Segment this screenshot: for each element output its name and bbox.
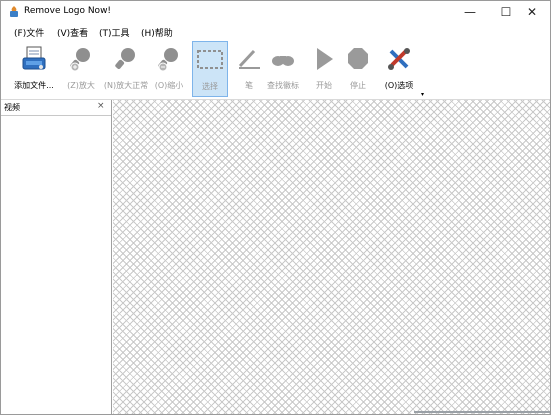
stop-icon [343,43,373,75]
stop-button[interactable]: 停止 [342,41,374,97]
zoom-out-label: (O)缩小 [154,81,184,90]
zoom-out-icon [154,43,184,75]
menu-tools[interactable]: (T)工具 [99,26,130,39]
tools-icon [384,43,414,75]
select-rectangle-icon [195,44,225,76]
binoculars-icon [268,43,298,75]
close-button[interactable]: ✕ [514,1,550,23]
add-file-button[interactable]: 添加文件... [9,41,59,97]
video-pane-close-icon[interactable]: × [97,101,105,111]
window-title: Remove Logo Now! [24,6,112,16]
video-pane-header: 视频 × [1,100,111,116]
select-label: 选择 [202,82,218,91]
app-window: Remove Logo Now! — ☐ ✕ (F)文件 (V)查看 (T)工具… [0,0,551,415]
video-pane: 视频 × [1,100,112,414]
add-file-icon [19,43,49,75]
toolbar: 添加文件... (Z)放大 (N)放大正常 (O)缩小 选择 笔 查找徽标 开始… [1,41,550,99]
select-button[interactable]: 选择 [192,41,228,97]
app-logo-icon [8,5,20,18]
menu-help[interactable]: (H)帮助 [141,26,173,39]
options-button[interactable]: (O)选项 [379,41,419,97]
zoom-in-button[interactable]: (Z)放大 [63,41,99,97]
title-bar: Remove Logo Now! — ☐ ✕ [1,1,550,23]
menu-bar: (F)文件 (V)查看 (T)工具 (H)帮助 [1,23,550,41]
start-label: 开始 [316,81,332,90]
pen-label: 笔 [245,81,253,90]
options-label: (O)选项 [384,81,414,90]
start-button[interactable]: 开始 [309,41,339,97]
stop-label: 停止 [350,81,366,90]
zoom-normal-label: (N)放大正常 [103,81,149,90]
zoom-out-button[interactable]: (O)缩小 [151,41,187,97]
pen-button[interactable]: 笔 [234,41,264,97]
minimize-button[interactable]: — [452,1,488,23]
zoom-normal-icon [111,43,141,75]
zoom-normal-button[interactable]: (N)放大正常 [101,41,151,97]
menu-file[interactable]: (F)文件 [14,26,44,39]
toolbar-overflow-chevron-icon[interactable]: ▾ [421,91,424,98]
zoom-in-icon [66,43,96,75]
preview-canvas[interactable] [113,100,550,414]
video-pane-title: 视频 [4,103,20,112]
add-file-label: 添加文件... [14,81,54,90]
play-icon [309,43,339,75]
menu-view[interactable]: (V)查看 [57,26,88,39]
find-logo-button[interactable]: 查找徽标 [264,41,302,97]
zoom-in-label: (Z)放大 [67,81,95,90]
status-divider [414,411,550,413]
find-logo-label: 查找徽标 [267,81,299,90]
pen-icon [234,43,264,75]
